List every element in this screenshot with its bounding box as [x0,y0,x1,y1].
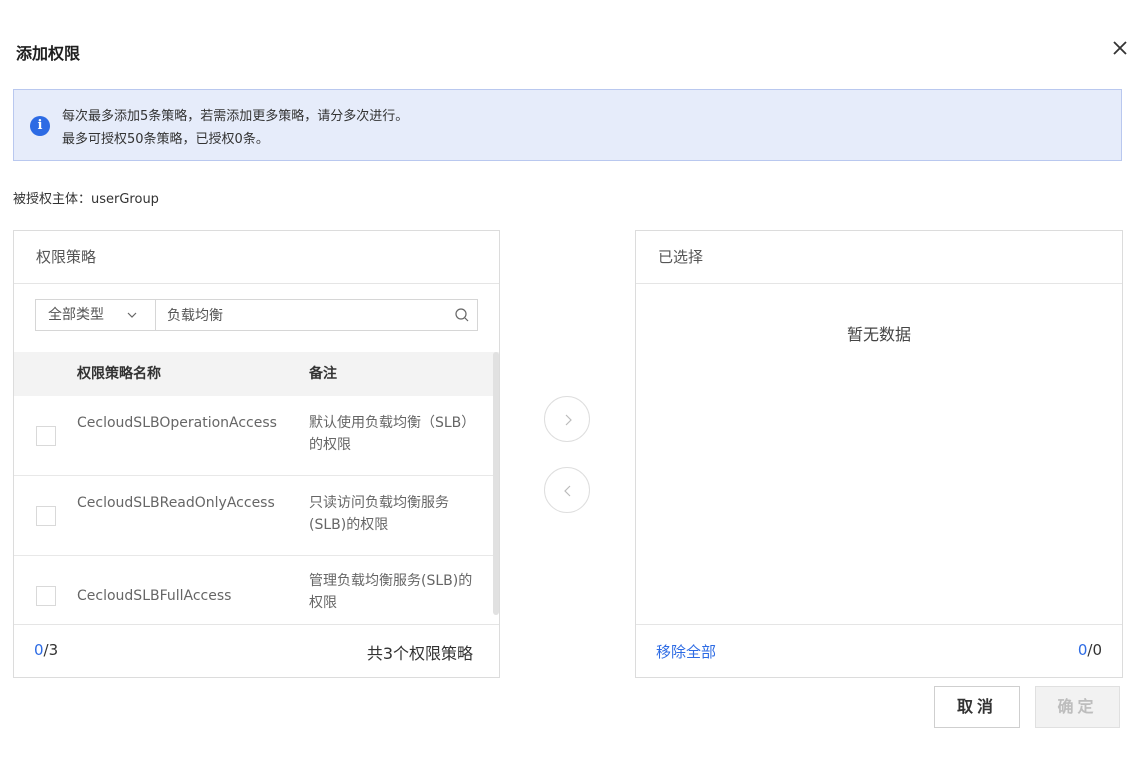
remove-all-link[interactable]: 移除全部 [656,641,716,662]
policy-total: 共3个权限策略 [366,644,473,663]
chevron-down-icon [127,312,137,318]
selected-panel-title: 已选择 [636,231,1122,284]
notice-line-1: 每次最多添加5条策略，若需添加更多策略，请分多次进行。 [62,109,409,124]
notice-banner: i 每次最多添加5条策略，若需添加更多策略，请分多次进行。 最多可授权50条策略… [13,89,1122,161]
policy-note: 管理负载均衡服务(SLB)的权限 [309,573,473,611]
table-header: 权限策略名称 备注 [14,352,499,396]
policy-note: 只读访问负载均衡服务(SLB)的权限 [309,495,449,533]
table-row[interactable]: CecloudSLBFullAccess 管理负载均衡服务(SLB)的权限 [14,556,499,626]
selected-count: 0/3 [34,641,58,659]
table-row[interactable]: CecloudSLBOperationAccess 默认使用负载均衡（SLB）的… [14,396,499,476]
search-input[interactable] [157,300,447,330]
cancel-button[interactable]: 取消 [934,686,1020,728]
selected-panel: 已选择 暂无数据 移除全部 0/0 [635,230,1123,678]
policy-panel-title: 权限策略 [14,231,499,284]
policy-name: CecloudSLBReadOnlyAccess [77,495,275,511]
policy-note: 默认使用负载均衡（SLB）的权限 [309,415,476,453]
search-icon[interactable] [454,307,470,323]
chevron-right-icon [565,414,572,426]
info-icon: i [30,116,50,136]
column-header-note: 备注 [309,366,337,382]
move-right-button[interactable] [544,396,590,442]
close-button[interactable] [1108,36,1132,60]
policy-panel-footer: 0/3 共3个权限策略 [14,624,499,677]
empty-state: 暂无数据 [846,325,911,344]
row-checkbox[interactable] [36,506,56,526]
policy-name: CecloudSLBOperationAccess [77,415,277,431]
selected-count-total: /3 [43,641,59,659]
move-left-button[interactable] [544,467,590,513]
selected-panel-count-total: /0 [1087,641,1102,659]
type-select-value: 全部类型 [48,307,104,323]
principal-label: 被授权主体：userGroup [13,192,159,207]
notice-line-2: 最多可授权50条策略，已授权0条。 [62,132,269,147]
table-scrollbar[interactable] [493,352,499,615]
row-checkbox[interactable] [36,586,56,606]
policy-table: 权限策略名称 备注 CecloudSLBOperationAccess 默认使用… [14,352,499,626]
policy-filter: 全部类型 [35,299,478,331]
selected-panel-footer: 移除全部 0/0 [636,624,1122,677]
selected-count-value: 0 [34,641,44,659]
policy-name: CecloudSLBFullAccess [77,588,232,604]
type-select[interactable]: 全部类型 [36,300,156,330]
selected-panel-count: 0/0 [1078,641,1102,659]
table-row[interactable]: CecloudSLBReadOnlyAccess 只读访问负载均衡服务(SLB)… [14,476,499,556]
column-header-name: 权限策略名称 [77,366,161,382]
policy-panel: 权限策略 全部类型 权限策略名称 备注 CecloudSLBOperation [13,230,500,678]
selected-panel-count-value: 0 [1077,641,1088,659]
confirm-button[interactable]: 确定 [1035,686,1120,728]
row-checkbox[interactable] [36,426,56,446]
close-icon [1113,41,1127,55]
dialog-title: 添加权限 [16,44,81,63]
chevron-left-icon [564,485,571,497]
